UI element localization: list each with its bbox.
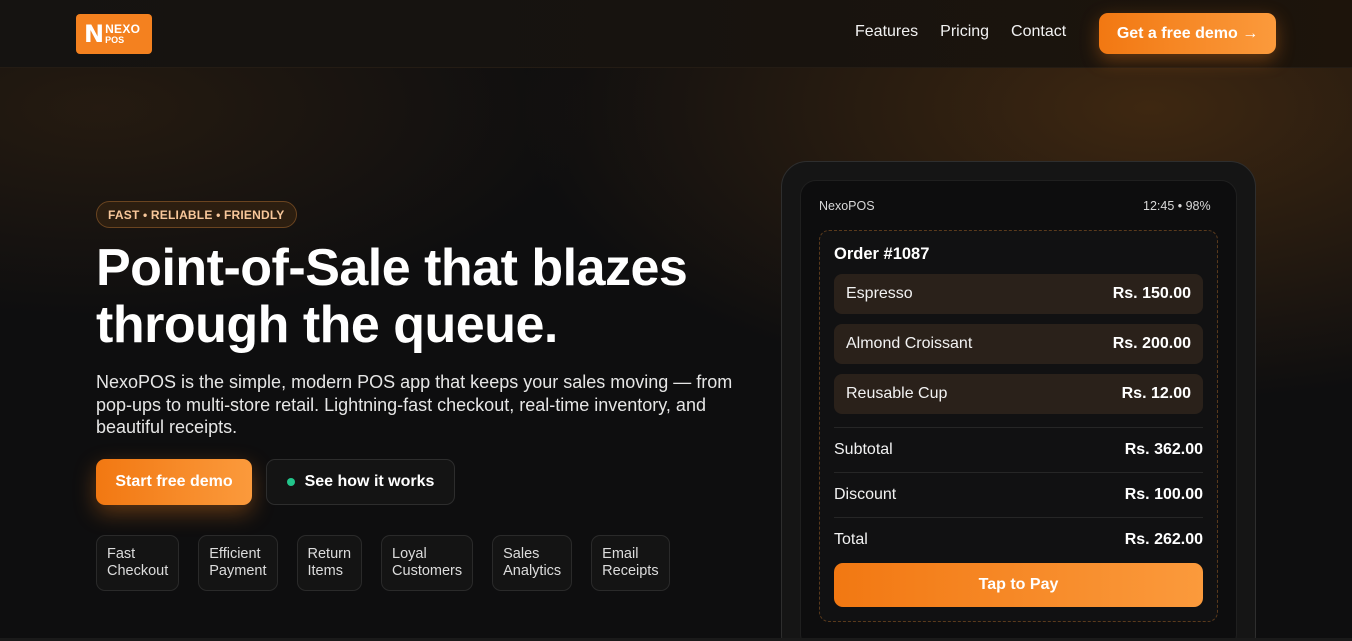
feature-chip-email-receipts[interactable]: Email Receipts xyxy=(591,535,670,591)
feature-chip-loyal-customers[interactable]: Loyal Customers xyxy=(381,535,474,591)
see-how-it-works-label: See how it works xyxy=(304,473,435,490)
discount-value: Rs. 100.00 xyxy=(1124,485,1203,503)
discount-label: Discount xyxy=(834,485,897,503)
order-item-row[interactable]: Espresso Rs. 150.00 xyxy=(834,274,1203,314)
order-item-price: Rs. 150.00 xyxy=(1112,285,1191,302)
device-app-name: NexoPOS xyxy=(819,199,875,213)
nexopos-logo[interactable]: N NEXO POS xyxy=(76,14,152,54)
total-row: Total Rs. 262.00 xyxy=(834,517,1203,561)
logo-wordmark: NEXO POS xyxy=(105,23,140,45)
nav-link-features[interactable]: Features xyxy=(855,23,918,41)
order-item-name: Almond Croissant xyxy=(846,335,973,352)
subtotal-label: Subtotal xyxy=(834,440,893,458)
top-navbar: N NEXO POS Features Pricing Contact Get … xyxy=(0,0,1352,68)
order-item-price: Rs. 12.00 xyxy=(1121,385,1191,402)
discount-row: Discount Rs. 100.00 xyxy=(834,472,1203,516)
feature-chip-line: Sales xyxy=(503,546,540,562)
total-label: Total xyxy=(834,530,868,548)
order-item-row[interactable]: Almond Croissant Rs. 200.00 xyxy=(834,324,1203,364)
feature-chip-line: Checkout xyxy=(107,563,169,579)
feature-chip-line: Customers xyxy=(392,563,463,579)
order-item-price: Rs. 200.00 xyxy=(1112,335,1191,352)
logo-line2: POS xyxy=(105,35,125,45)
tagline-badge: FAST • RELIABLE • FRIENDLY xyxy=(96,201,297,228)
status-dot-icon xyxy=(286,478,295,486)
nav-link-pricing[interactable]: Pricing xyxy=(940,23,989,41)
feature-chip-line: Analytics xyxy=(503,563,562,579)
feature-chip-fast-checkout[interactable]: Fast Checkout xyxy=(96,535,180,591)
main-nav: Features Pricing Contact xyxy=(855,23,1066,41)
feature-chip-line: Return xyxy=(307,546,352,562)
total-value: Rs. 262.00 xyxy=(1124,530,1203,548)
feature-chip-sales-analytics[interactable]: Sales Analytics xyxy=(492,535,573,591)
feature-chip-line: Email xyxy=(602,546,639,562)
feature-chip-line: Receipts xyxy=(602,563,659,579)
subtotal-row: Subtotal Rs. 362.00 xyxy=(834,427,1203,471)
see-how-it-works-button[interactable]: See how it works xyxy=(266,459,455,505)
feature-chips: Fast Checkout Efficient Payment Return I… xyxy=(96,535,670,591)
feature-chip-line: Loyal xyxy=(392,546,427,562)
device-status-bar: 12:45 • 98% xyxy=(1143,199,1211,213)
logo-mark: N xyxy=(84,20,104,48)
get-free-demo-button[interactable]: Get a free demo → xyxy=(1099,13,1276,54)
feature-chip-line: Efficient xyxy=(209,546,261,562)
hero-headline: Point-of-Sale that blazes through the qu… xyxy=(96,240,776,354)
nav-link-contact[interactable]: Contact xyxy=(1011,23,1066,41)
hero-description: NexoPOS is the simple, modern POS app th… xyxy=(96,372,733,437)
order-item-name: Espresso xyxy=(846,285,913,302)
headline-line-1: Point-of-Sale that blazes xyxy=(96,239,688,297)
logo-line1: NEXO xyxy=(105,22,141,36)
order-item-name: Reusable Cup xyxy=(846,385,948,402)
order-item-row[interactable]: Reusable Cup Rs. 12.00 xyxy=(834,374,1203,414)
start-free-demo-button[interactable]: Start free demo xyxy=(96,459,252,505)
headline-line-2: through the queue. xyxy=(96,296,558,354)
subtotal-value: Rs. 362.00 xyxy=(1124,440,1203,458)
feature-chip-line: Items xyxy=(307,563,343,579)
feature-chip-efficient-payment[interactable]: Efficient Payment xyxy=(198,535,278,591)
feature-chip-line: Payment xyxy=(209,563,267,579)
feature-chip-return-items[interactable]: Return Items xyxy=(296,535,363,591)
tap-to-pay-button[interactable]: Tap to Pay xyxy=(834,563,1203,607)
order-title: Order #1087 xyxy=(834,245,930,263)
feature-chip-line: Fast xyxy=(107,546,136,562)
